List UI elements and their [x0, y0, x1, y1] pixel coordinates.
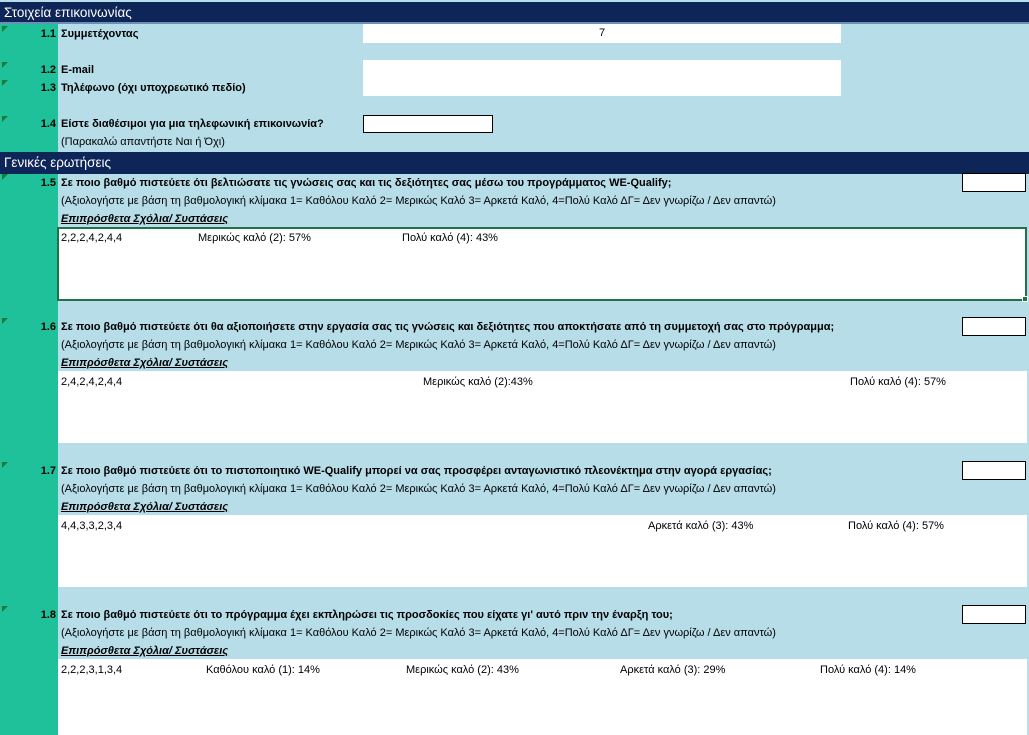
section-title: Στοιχεία επικοινωνίας	[4, 5, 132, 20]
participant-field[interactable]: 7	[363, 24, 841, 43]
question-text: Σε ποιο βαθμό πιστεύετε ότι το πρόγραμμα…	[61, 609, 673, 621]
rating-field[interactable]	[962, 173, 1026, 192]
scale-hint: (Αξιολογήστε με βάση τη βαθμολογική κλίμ…	[61, 627, 776, 639]
row-number: 1.4	[40, 118, 56, 130]
comment-scores: 2,2,2,3,1,3,4	[61, 664, 123, 676]
question-text: Σε ποιο βαθμό πιστεύετε ότι θα αξιοποιήσ…	[61, 321, 835, 333]
left-margin-column	[0, 24, 58, 735]
scale-hint: (Αξιολογήστε με βάση τη βαθμολογική κλίμ…	[61, 195, 776, 207]
question-text: Σε ποιο βαθμό πιστεύετε ότι βελτιώσατε τ…	[61, 177, 672, 189]
comment-stat: Αρκετά καλό (3): 29%	[620, 664, 726, 676]
question-number: 1.5	[40, 177, 56, 189]
scale-hint: (Αξιολογήστε με βάση τη βαθμολογική κλίμ…	[61, 339, 776, 351]
row-number: 1.3	[40, 82, 56, 94]
phone-label: Τηλέφωνο (όχι υποχρεωτικό πεδίο)	[61, 82, 246, 94]
comments-label: Επιπρόσθετα Σχόλια/ Συστάσεις	[61, 501, 229, 513]
participant-value: 7	[598, 27, 606, 39]
comment-scores: 2,2,2,4,2,4,4	[61, 232, 123, 244]
comment-stat: Καθόλου καλό (1): 14%	[206, 664, 320, 676]
comment-stat: Πολύ καλό (4): 57%	[848, 520, 944, 532]
comment-stat: Μερικώς καλό (2): 57%	[198, 232, 311, 244]
comment-stat: Μερικώς καλό (2):43%	[423, 376, 533, 388]
rating-field[interactable]	[962, 605, 1026, 624]
question-number: 1.8	[40, 609, 56, 621]
availability-hint: (Παρακαλώ απαντήστε Ναι ή Όχι)	[61, 136, 225, 148]
row-number: 1.2	[40, 64, 56, 76]
comments-label: Επιπρόσθετα Σχόλια/ Συστάσεις	[61, 645, 229, 657]
section-title: Γενικές ερωτήσεις	[4, 155, 111, 170]
comment-scores: 2,4,2,4,2,4,4	[61, 376, 123, 388]
question-number: 1.7	[40, 465, 56, 477]
scale-hint: (Αξιολογήστε με βάση τη βαθμολογική κλίμ…	[61, 483, 776, 495]
rating-field[interactable]	[962, 461, 1026, 480]
section-header-contact: Στοιχεία επικοινωνίας	[0, 2, 1029, 24]
participant-label: Συμμετέχοντας	[61, 28, 139, 40]
comment-scores: 4,4,3,3,2,3,4	[61, 520, 123, 532]
comment-stat: Πολύ καλό (4): 14%	[820, 664, 916, 676]
comment-stat: Πολύ καλό (4): 43%	[402, 232, 498, 244]
question-number: 1.6	[40, 321, 56, 333]
section-header-general: Γενικές ερωτήσεις	[0, 152, 1029, 174]
question-text: Σε ποιο βαθμό πιστεύετε ότι το πιστοποιη…	[61, 465, 772, 477]
email-phone-field[interactable]	[363, 60, 841, 96]
comments-label: Επιπρόσθετα Σχόλια/ Συστάσεις	[61, 357, 229, 369]
email-label: E-mail	[61, 64, 95, 76]
comment-stat: Πολύ καλό (4): 57%	[850, 376, 946, 388]
comments-label: Επιπρόσθετα Σχόλια/ Συστάσεις	[61, 213, 229, 225]
comment-stat: Αρκετά καλό (3): 43%	[648, 520, 754, 532]
rating-field[interactable]	[962, 317, 1026, 336]
row-number: 1.1	[40, 28, 56, 40]
availability-question: Είστε διαθέσιμοι για μια τηλεφωνική επικ…	[61, 118, 324, 130]
comment-stat: Μερικώς καλό (2): 43%	[406, 664, 519, 676]
availability-field[interactable]	[363, 115, 493, 133]
fill-handle[interactable]	[1022, 296, 1028, 302]
